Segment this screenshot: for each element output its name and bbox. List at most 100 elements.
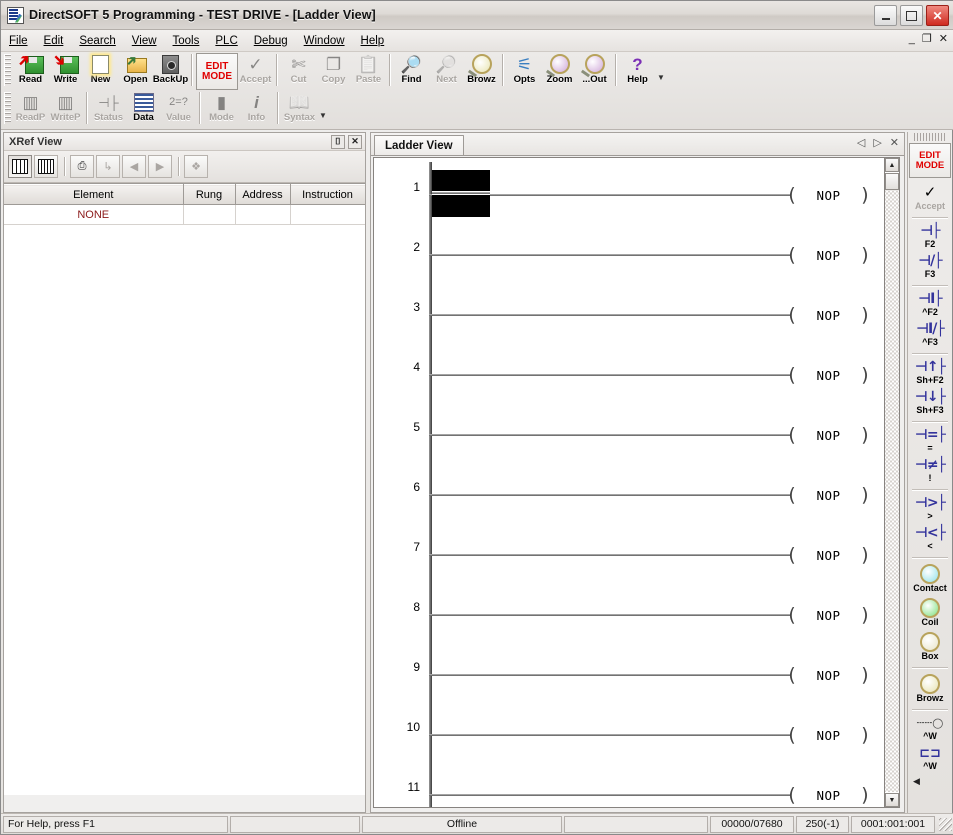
table-row[interactable]: NONE (4, 204, 365, 225)
toolbar-browz-button[interactable]: Browz (464, 52, 499, 89)
coil-nop[interactable]: ( NOP ) (786, 722, 871, 748)
close-icon[interactable]: ✕ (348, 135, 362, 149)
status-help-text: For Help, press F1 (3, 815, 228, 833)
xref-print-button[interactable]: ⎙ (70, 155, 94, 178)
palette-coil-browser-button[interactable]: Coil (910, 596, 951, 630)
rung-row[interactable]: 6 ( NOP ) (374, 462, 884, 522)
scrollbar-track[interactable] (885, 173, 899, 792)
menu-item-edit[interactable]: Edit (36, 33, 72, 49)
help-question-icon: ? (632, 54, 643, 74)
rung-row[interactable]: 3 ( NOP ) (374, 282, 884, 342)
tab-previous-button[interactable]: ◁ (857, 136, 865, 149)
menu-item-window[interactable]: Window (296, 33, 353, 49)
toolbar-zoom-button[interactable]: Zoom (542, 52, 577, 89)
xref-grid-view-button[interactable] (8, 155, 32, 178)
coil-nop[interactable]: ( NOP ) (786, 602, 871, 628)
toolbar-read-button[interactable]: ➔ Read (13, 50, 48, 89)
palette-normally-open-contact[interactable]: ⊣├ F2 (910, 222, 951, 252)
resize-grip[interactable] (939, 817, 952, 831)
scrollbar-thumb[interactable] (885, 173, 899, 190)
rung-row[interactable]: 8 ( NOP ) (374, 582, 884, 642)
palette-immediate-not-contact[interactable]: ⊣I/├ ^F3 (910, 320, 951, 350)
palette-less-than-contact[interactable]: ⊣<├ < (910, 524, 951, 554)
palette-normally-closed-contact[interactable]: ⊣/├ F3 (910, 252, 951, 282)
toolbar-opts-button[interactable]: ⚟ Opts (507, 52, 542, 89)
coil-nop[interactable]: ( NOP ) (786, 542, 871, 568)
toolbar-syntax-dropdown-caret[interactable]: ▼ (319, 111, 327, 120)
mdi-close-button[interactable]: ✕ (939, 33, 948, 45)
coil-nop[interactable]: ( NOP ) (786, 242, 871, 268)
zoom-out-icon (579, 52, 611, 76)
palette-contact-browser-button[interactable]: Contact (910, 562, 951, 596)
toolbar-help-dropdown-caret[interactable]: ▼ (657, 73, 665, 82)
ladder-vertical-scrollbar[interactable]: ▲ ▼ (884, 157, 900, 808)
maximize-button[interactable] (900, 5, 923, 26)
xref-column-element[interactable]: Element (4, 184, 184, 205)
xref-column-instruction[interactable]: Instruction (290, 184, 365, 205)
rung-row[interactable]: 10 ( NOP ) (374, 702, 884, 762)
toolbar-write-button[interactable]: ➔ Write (48, 50, 83, 89)
coil-nop[interactable]: ( NOP ) (786, 182, 871, 208)
xref-column-address[interactable]: Address (235, 184, 291, 205)
rung-row[interactable]: 7 ( NOP ) (374, 522, 884, 582)
palette-rising-edge-contact[interactable]: ⊣↑├ Sh+F2 (910, 358, 951, 388)
menu-item-search[interactable]: Search (71, 33, 123, 49)
coil-nop[interactable]: ( NOP ) (786, 362, 871, 388)
toolbar-help-button[interactable]: ? Help (620, 52, 655, 89)
toolbar-open-button[interactable]: ➔ Open (118, 51, 153, 89)
palette-not-equal-compare-contact[interactable]: ⊣≠├ ! (910, 456, 951, 486)
menu-item-file[interactable]: File (1, 33, 36, 49)
palette-immediate-contact[interactable]: ⊣I├ ^F2 (910, 290, 951, 320)
palette-wire-branch-button[interactable]: ⊏⊐ ^W (910, 744, 951, 774)
palette-grip[interactable] (914, 133, 946, 141)
toolbar-data-button[interactable]: Data (126, 90, 161, 127)
palette-wire-node-button[interactable]: ┄┄○ ^W (910, 714, 951, 744)
rung-row[interactable]: 5 ( NOP ) (374, 402, 884, 462)
scroll-down-button[interactable]: ▼ (885, 793, 899, 807)
ladder-canvas[interactable]: 1 ( NOP ) 2 ( NOP ) 3 (NOP) 4 (NOP) … (373, 157, 885, 808)
palette-box-browser-button[interactable]: Box (910, 630, 951, 664)
mdi-minimize-button[interactable]: _ (909, 33, 915, 45)
edit-cursor-block[interactable] (432, 170, 490, 217)
tab-close-button[interactable]: ✕ (890, 136, 899, 149)
mdi-restore-button[interactable]: ❐ (922, 33, 932, 45)
rung-row[interactable]: 1 ( NOP ) (374, 162, 884, 222)
palette-browz-button[interactable]: Browz (910, 672, 951, 706)
toolbar-edit-mode-button[interactable]: EDIT MODE (196, 53, 238, 90)
tab-ladder-view[interactable]: Ladder View (374, 135, 464, 155)
rung-row[interactable]: 4 ( NOP ) (374, 342, 884, 402)
minimize-button[interactable] (874, 5, 897, 26)
coil-nop[interactable]: ( NOP ) (786, 662, 871, 688)
xref-table-container[interactable]: Element Rung Address Instruction NONE (4, 183, 365, 795)
close-button[interactable]: ✕ (926, 5, 949, 26)
tab-next-button[interactable]: ▷ (873, 136, 881, 149)
toolbar-new-button[interactable]: New (83, 52, 118, 89)
scroll-up-button[interactable]: ▲ (885, 158, 899, 172)
palette-greater-than-contact[interactable]: ⊣>├ > (910, 494, 951, 524)
menu-item-help[interactable]: Help (353, 33, 393, 49)
xref-column-rung[interactable]: Rung (183, 184, 236, 205)
coil-nop[interactable]: ( NOP ) (786, 422, 871, 448)
toolbar-backup-button[interactable]: BackUp (153, 52, 188, 89)
menu-item-plc[interactable]: PLC (207, 33, 245, 49)
palette-scroll-left-button[interactable]: ◀ (908, 776, 952, 787)
coil-open-paren: ( (786, 183, 798, 206)
toolbar-find-button[interactable]: 🔎 Find (394, 52, 429, 89)
xref-list-view-button[interactable] (34, 155, 58, 178)
menu-item-tools[interactable]: Tools (165, 33, 208, 49)
coil-nop[interactable]: ( NOP ) (786, 482, 871, 508)
palette-edit-mode-button[interactable]: EDIT MODE (909, 143, 951, 178)
pushpin-icon[interactable]: ⌷ (331, 135, 345, 149)
coil-nop[interactable]: ( NOP ) (786, 782, 871, 807)
toolbar-grip-2[interactable] (4, 92, 11, 124)
menu-item-debug[interactable]: Debug (246, 33, 296, 49)
coil-nop[interactable]: ( NOP ) (786, 302, 871, 328)
rung-row[interactable]: 9 ( NOP ) (374, 642, 884, 702)
palette-equal-compare-contact[interactable]: ⊣=├ = (910, 426, 951, 456)
toolbar-zoom-out-button[interactable]: ...Out (577, 52, 612, 89)
rung-row[interactable]: 11 ( NOP ) (374, 762, 884, 807)
menu-item-view[interactable]: View (124, 33, 165, 49)
toolbar-grip-1[interactable] (4, 54, 11, 86)
rung-row[interactable]: 2 ( NOP ) (374, 222, 884, 282)
palette-falling-edge-contact[interactable]: ⊣↓├ Sh+F3 (910, 388, 951, 418)
